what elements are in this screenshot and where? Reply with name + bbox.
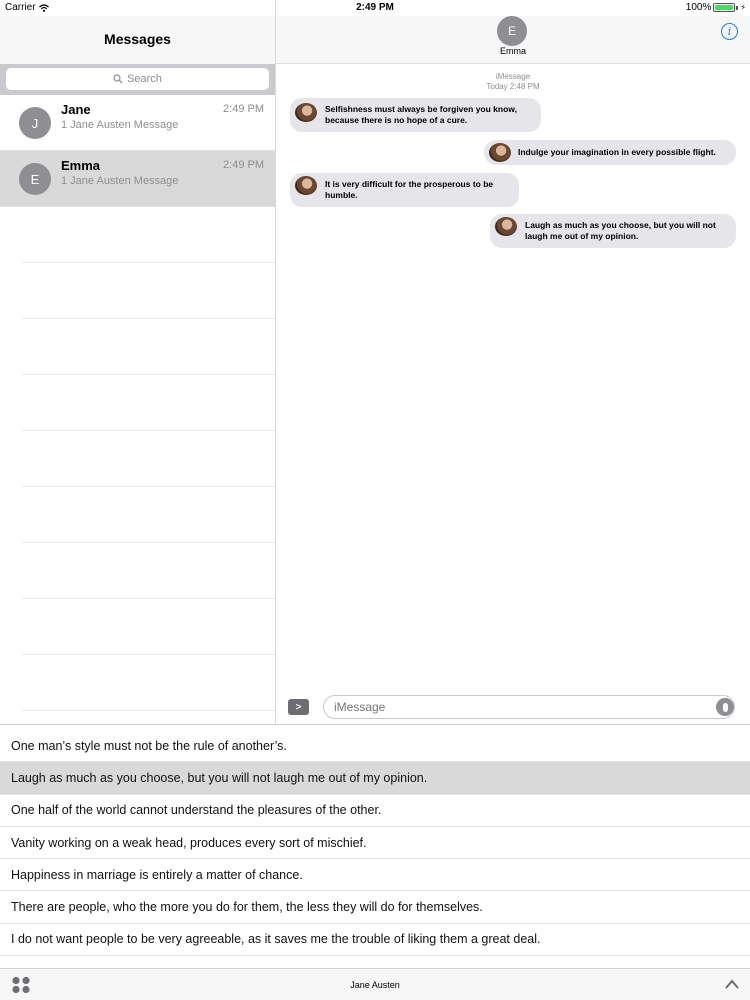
message-bubble-outgoing[interactable]: Laugh as much as you choose, but you wil…: [490, 214, 736, 248]
chevron-up-icon[interactable]: [724, 978, 740, 990]
sender-avatar: [489, 143, 511, 162]
sidebar-title: Messages: [104, 31, 171, 47]
toolbar-title: Jane Austen: [350, 980, 400, 990]
microphone-glyph: [722, 702, 728, 712]
thread-timestamp: Today 2:48 PM: [486, 82, 540, 91]
quote-item-selected[interactable]: Laugh as much as you choose, but you wil…: [0, 762, 750, 795]
message-input[interactable]: [323, 695, 735, 719]
search-placeholder: Search: [127, 73, 162, 85]
status-time: 2:49 PM: [356, 2, 394, 13]
battery-icon: [713, 3, 736, 12]
empty-row: [22, 431, 275, 487]
sender-avatar: [495, 217, 517, 236]
empty-row: [22, 599, 275, 655]
empty-row: [22, 487, 275, 543]
service-label: iMessage: [495, 72, 531, 81]
empty-row: [22, 543, 275, 599]
thread-header: E Emma i: [276, 16, 750, 64]
empty-rows: [0, 207, 275, 711]
quote-item[interactable]: There are people, who the more you do fo…: [0, 891, 750, 924]
message-text: It is very difficult for the prosperous …: [325, 179, 494, 200]
message-composer: >: [288, 695, 738, 719]
bottom-toolbar: Jane Austen: [0, 968, 750, 1000]
microphone-icon[interactable]: [716, 698, 734, 716]
battery-percentage: 100%: [685, 2, 712, 13]
status-right: 100% ⚡: [686, 2, 746, 13]
search-input[interactable]: Search: [6, 68, 269, 90]
message-bubble-outgoing[interactable]: Indulge your imagination in every possib…: [484, 140, 736, 165]
info-icon[interactable]: i: [721, 23, 738, 40]
message-bubble-incoming[interactable]: Selfishness must always be forgiven you …: [290, 98, 541, 132]
search-icon: [113, 74, 123, 84]
message-text: Laugh as much as you choose, but you wil…: [525, 220, 716, 241]
charging-icon: ⚡: [740, 3, 746, 12]
search-container: Search: [0, 64, 275, 95]
message-bubble-incoming[interactable]: It is very difficult for the prosperous …: [290, 173, 519, 207]
contact-name[interactable]: Emma: [276, 46, 750, 56]
conversation-preview: 1 Jane Austen Message: [61, 175, 179, 187]
thread-meta: iMessage Today 2:48 PM: [276, 72, 750, 92]
quote-item[interactable]: I do not want people to be very agreeabl…: [0, 924, 750, 957]
avatar: E: [19, 163, 51, 195]
empty-row: [22, 319, 275, 375]
empty-row: [22, 375, 275, 431]
conversation-name: Emma: [61, 158, 101, 173]
sidebar-header: Messages: [0, 16, 275, 64]
quote-item[interactable]: Happiness in marriage is entirely a matt…: [0, 859, 750, 892]
conversation-row-emma[interactable]: E Emma 2:49 PM 1 Jane Austen Message: [0, 151, 275, 207]
message-thread: E Emma i iMessage Today 2:48 PM Selfishn…: [276, 16, 750, 724]
avatar: J: [19, 107, 51, 139]
conversation-row-jane[interactable]: J Jane 2:49 PM 1 Jane Austen Message: [0, 95, 275, 151]
quote-list: One man’s style must not be the rule of …: [0, 724, 750, 968]
quote-item[interactable]: Vanity working on a weak head, produces …: [0, 827, 750, 860]
sender-avatar: [295, 176, 317, 195]
message-text: Indulge your imagination in every possib…: [518, 147, 716, 157]
quote-item[interactable]: One half of the world cannot understand …: [0, 795, 750, 827]
chevron-right-icon[interactable]: >: [288, 699, 309, 715]
conversation-preview: 1 Jane Austen Message: [61, 119, 179, 131]
sender-avatar: [295, 103, 317, 122]
conversation-time: 2:49 PM: [223, 159, 264, 171]
empty-row: [22, 207, 275, 263]
message-text: Selfishness must always be forgiven you …: [325, 104, 517, 125]
contact-avatar[interactable]: E: [497, 16, 527, 46]
conversation-name: Jane: [61, 102, 91, 117]
battery-tip: [736, 5, 739, 10]
conversation-time: 2:49 PM: [223, 103, 264, 115]
quote-item[interactable]: One man’s style must not be the rule of …: [0, 730, 750, 763]
conversation-sidebar: Messages Search J Jane 2:49 PM 1 Jane Au…: [0, 16, 275, 724]
empty-row: [22, 263, 275, 319]
empty-row: [22, 655, 275, 711]
status-bar: Carrier 2:49 PM 100% ⚡: [0, 0, 750, 16]
